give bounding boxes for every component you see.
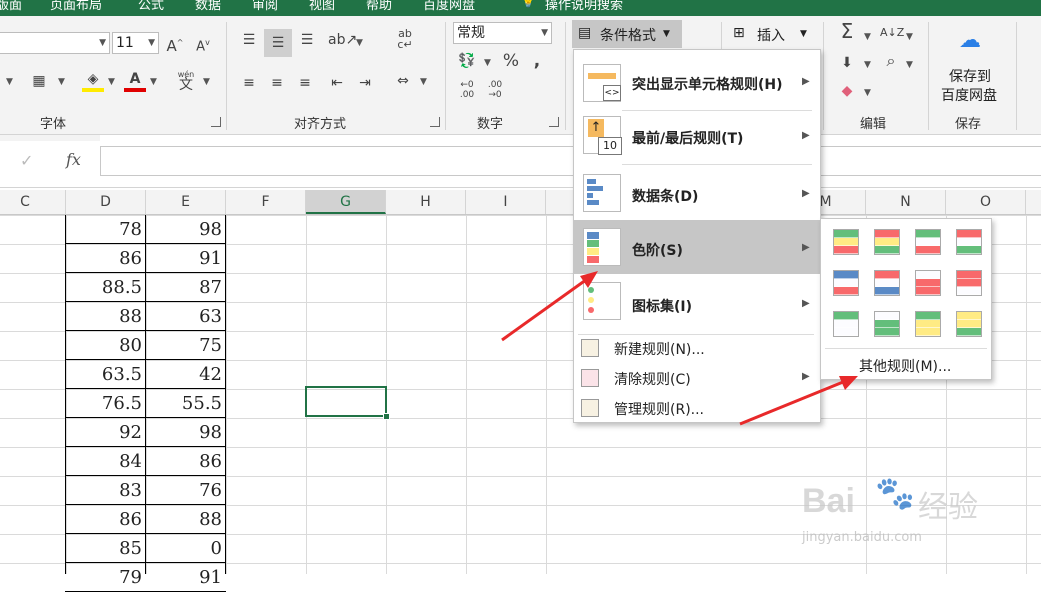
red-arrow-1 bbox=[501, 271, 598, 342]
paw-icon: 🐾 bbox=[875, 474, 915, 512]
red-arrow-2 bbox=[739, 376, 858, 426]
watermark-url: jingyan.baidu.com bbox=[802, 530, 922, 545]
watermark-logo-suffix: 经验 bbox=[918, 490, 978, 525]
baidu-watermark: Bai 🐾 经验 jingyan.baidu.com bbox=[790, 460, 1040, 570]
watermark-logo: Bai bbox=[802, 482, 855, 520]
